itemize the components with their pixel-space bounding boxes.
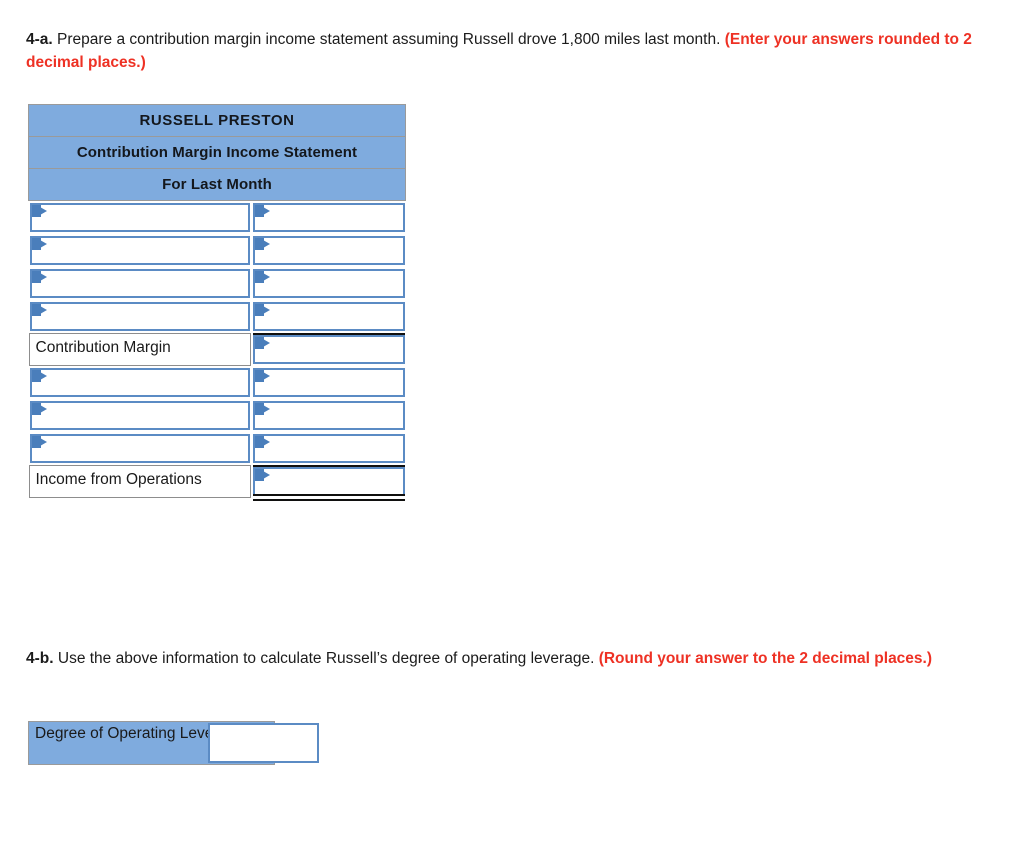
- statement-header-period-row: For Last Month: [27, 168, 407, 201]
- income-from-operations-label-cell: Income from Operations: [28, 465, 251, 498]
- degree-of-operating-leverage-table: Degree of Operating Leverage: [28, 721, 386, 765]
- dropdown-flag-icon: [254, 370, 270, 382]
- dol-label-cell: Degree of Operating Leverage: [28, 721, 275, 765]
- statement-row-3-amount-field[interactable]: [252, 269, 405, 298]
- statement-row-3-label-cell: [29, 267, 251, 300]
- statement-row-1-amount-input[interactable]: [266, 205, 401, 230]
- question-4b-number: 4-b.: [26, 650, 54, 667]
- question-4b-text: Use the above information to calculate R…: [53, 650, 599, 667]
- question-4b-prompt: 4-b. Use the above information to calcul…: [26, 647, 976, 670]
- statement-row-4-amount-field[interactable]: [252, 302, 405, 331]
- statement-row-1-label-cell: [29, 201, 251, 235]
- contribution-margin-amount-cell: [251, 333, 406, 366]
- statement-title: Contribution Margin Income Statement: [27, 136, 407, 169]
- dropdown-flag-icon: [254, 238, 270, 250]
- dropdown-flag-icon: [31, 436, 47, 448]
- statement-company-name: RUSSELL PRESTON: [27, 104, 407, 137]
- table-row: [29, 300, 406, 333]
- question-4a-number: 4-a.: [26, 31, 53, 48]
- dol-value-cell: [207, 721, 386, 765]
- table-row: [29, 432, 406, 465]
- dol-value-input[interactable]: [222, 725, 315, 761]
- statement-row-8-label-cell: [29, 432, 251, 465]
- question-4b-note: (Round your answer to the 2 decimal plac…: [598, 650, 933, 667]
- statement-row-8-amount-cell: [251, 432, 406, 465]
- table-row-contribution-margin: Contribution Margin: [28, 333, 406, 366]
- statement-row-1-amount-cell: [251, 201, 406, 235]
- table-row: [29, 201, 406, 235]
- statement-row-6-label-input[interactable]: [43, 370, 246, 395]
- table-row: [29, 366, 406, 399]
- grand-total-double-rule: [252, 494, 405, 501]
- dropdown-flag-icon: [31, 304, 47, 316]
- dropdown-flag-icon: [31, 403, 47, 415]
- contribution-margin-income-statement-table: RUSSELL PRESTON Contribution Margin Inco…: [27, 104, 407, 501]
- dropdown-flag-icon: [254, 436, 270, 448]
- statement-row-4-amount-cell: [251, 300, 406, 333]
- contribution-margin-amount-field[interactable]: [252, 335, 405, 364]
- statement-row-4-amount-input[interactable]: [266, 304, 401, 329]
- statement-row-6-label-cell: [29, 366, 251, 399]
- statement-row-8-label-input[interactable]: [43, 436, 246, 461]
- statement-row-3-label-select[interactable]: [29, 269, 250, 298]
- statement-row-7-amount-field[interactable]: [252, 401, 405, 430]
- table-row-income-from-operations: Income from Operations: [28, 465, 406, 501]
- statement-row-1-label-select[interactable]: [29, 203, 250, 232]
- dropdown-flag-icon: [254, 304, 270, 316]
- statement-header-company-row: RUSSELL PRESTON: [27, 104, 407, 137]
- table-row: [29, 234, 406, 267]
- statement-row-2-amount-cell: [251, 234, 406, 267]
- statement-row-8-amount-input[interactable]: [266, 436, 401, 461]
- statement-row-7-label-cell: [29, 399, 251, 432]
- question-4a-text: Prepare a contribution margin income sta…: [52, 31, 725, 48]
- dropdown-flag-icon: [31, 205, 47, 217]
- income-from-operations-label: Income from Operations: [28, 465, 251, 498]
- table-row: [29, 267, 406, 300]
- dropdown-flag-icon: [31, 238, 47, 250]
- dropdown-flag-icon: [254, 205, 270, 217]
- income-from-operations-amount-input[interactable]: [266, 469, 401, 494]
- statement-row-2-label-cell: [29, 234, 251, 267]
- question-4a-prompt: 4-a. Prepare a contribution margin incom…: [26, 28, 976, 74]
- statement-row-7-label-select[interactable]: [29, 401, 250, 430]
- dropdown-flag-icon: [254, 271, 270, 283]
- contribution-margin-amount-input[interactable]: [266, 337, 401, 362]
- statement-row-2-amount-input[interactable]: [266, 238, 401, 263]
- statement-row-1-label-input[interactable]: [43, 205, 246, 230]
- statement-row-7-amount-input[interactable]: [266, 403, 401, 428]
- statement-row-6-amount-cell: [251, 366, 406, 399]
- contribution-margin-label-cell: Contribution Margin: [28, 333, 251, 366]
- statement-row-6-amount-input[interactable]: [266, 370, 401, 395]
- statement-row-3-label-input[interactable]: [43, 271, 246, 296]
- statement-header-title-row: Contribution Margin Income Statement: [27, 136, 407, 169]
- statement-row-4-label-input[interactable]: [43, 304, 246, 329]
- statement-row-6-label-select[interactable]: [29, 368, 250, 397]
- statement-period: For Last Month: [27, 168, 407, 201]
- dropdown-flag-icon: [31, 370, 47, 382]
- dropdown-flag-icon: [254, 403, 270, 415]
- dropdown-flag-icon: [31, 271, 47, 283]
- statement-row-2-label-input[interactable]: [43, 238, 246, 263]
- contribution-margin-label: Contribution Margin: [28, 333, 251, 366]
- statement-row-8-amount-field[interactable]: [252, 434, 405, 463]
- statement-row-4-label-cell: [29, 300, 251, 333]
- statement-row-3-amount-input[interactable]: [266, 271, 401, 296]
- statement-row-2-amount-field[interactable]: [252, 236, 405, 265]
- dropdown-flag-icon: [254, 337, 270, 349]
- statement-row-4-label-select[interactable]: [29, 302, 250, 331]
- income-from-operations-amount-field[interactable]: [252, 467, 405, 496]
- table-row: Degree of Operating Leverage: [28, 721, 386, 765]
- dol-value-field[interactable]: [208, 723, 319, 763]
- statement-row-3-amount-cell: [251, 267, 406, 300]
- statement-row-1-amount-field[interactable]: [252, 203, 405, 232]
- statement-row-8-label-select[interactable]: [29, 434, 250, 463]
- dropdown-flag-icon: [254, 469, 270, 481]
- statement-row-7-label-input[interactable]: [43, 403, 246, 428]
- statement-row-2-label-select[interactable]: [29, 236, 250, 265]
- income-from-operations-amount-cell: [251, 465, 406, 501]
- statement-row-7-amount-cell: [251, 399, 406, 432]
- degree-of-operating-leverage-block: Degree of Operating Leverage: [28, 721, 386, 767]
- table-row: [29, 399, 406, 432]
- statement-row-6-amount-field[interactable]: [252, 368, 405, 397]
